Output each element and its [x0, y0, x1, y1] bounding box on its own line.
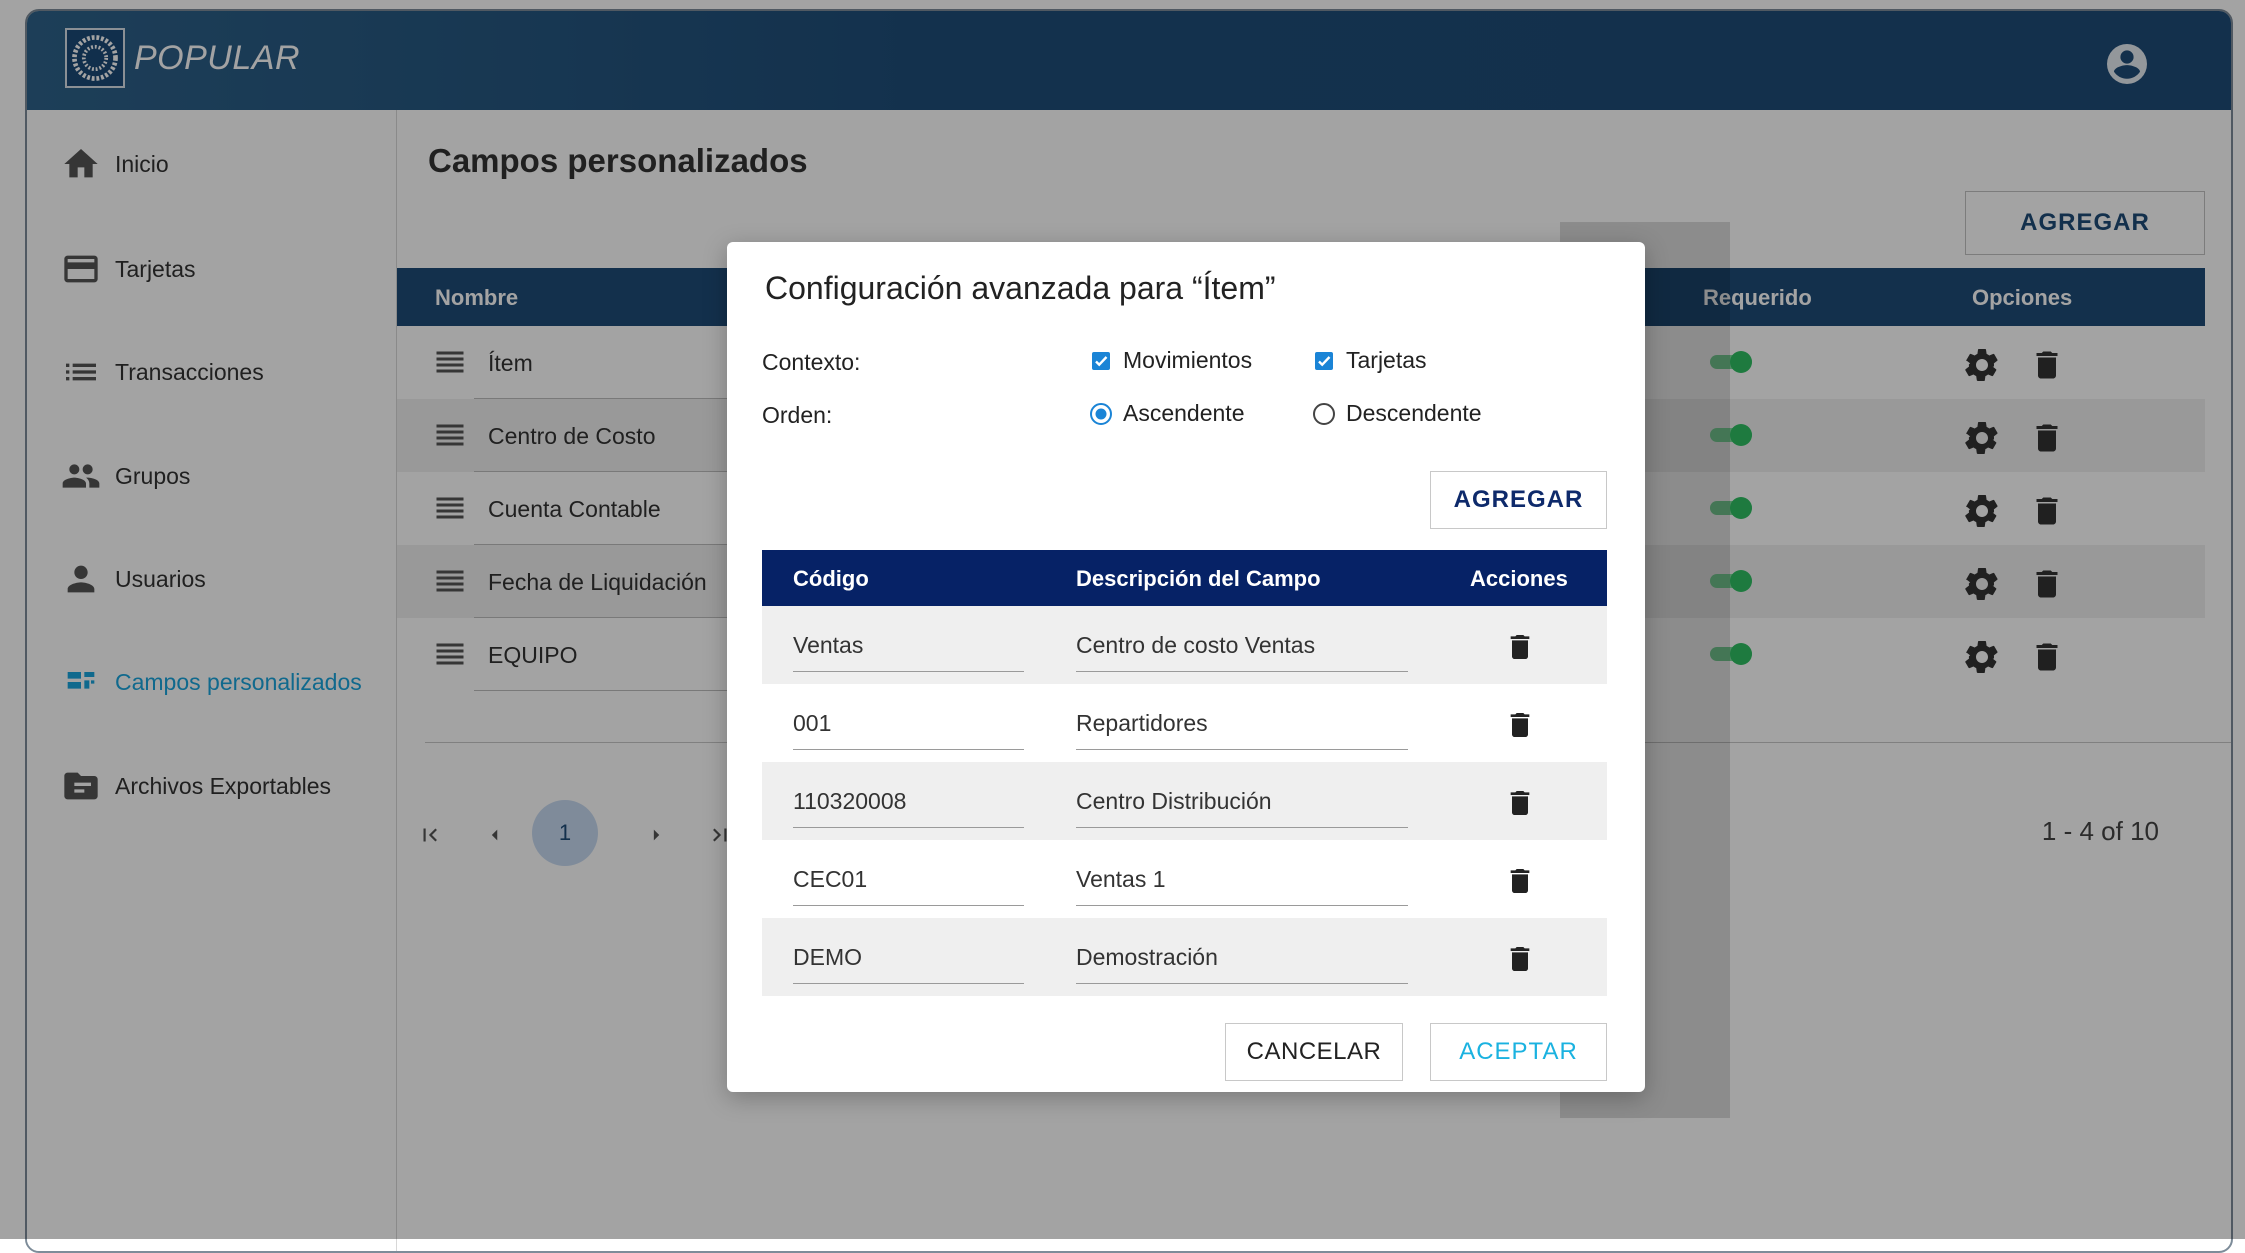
- trash-icon[interactable]: [1504, 940, 1536, 978]
- checkbox-label: Movimientos: [1123, 347, 1253, 373]
- code-underline: [793, 671, 1024, 672]
- description-underline: [1076, 983, 1408, 984]
- accept-button[interactable]: ACEPTAR: [1430, 1023, 1607, 1081]
- dialog-title: Configuración avanzada para “Ítem”: [765, 270, 1276, 306]
- description-underline: [1076, 749, 1408, 750]
- checkbox-checked-icon: [1315, 351, 1333, 370]
- table-row: 001 Repartidores: [762, 684, 1607, 762]
- table-row: Ventas Centro de costo Ventas: [762, 606, 1607, 684]
- order-ascendente-radio[interactable]: Ascendente: [1089, 400, 1244, 427]
- table-row: CEC01 Ventas 1: [762, 840, 1607, 918]
- code-underline: [793, 905, 1024, 906]
- description-underline: [1076, 827, 1408, 828]
- trash-icon[interactable]: [1504, 862, 1536, 900]
- description-underline: [1076, 671, 1408, 672]
- code-field[interactable]: Ventas: [793, 632, 863, 659]
- advanced-config-dialog: Configuración avanzada para “Ítem” Conte…: [727, 242, 1645, 1092]
- description-field[interactable]: Ventas 1: [1076, 866, 1166, 893]
- radio-label: Descendente: [1346, 400, 1482, 426]
- values-table-header: Código Descripción del Campo Acciones: [762, 550, 1607, 606]
- code-field[interactable]: 001: [793, 710, 831, 737]
- code-field[interactable]: DEMO: [793, 944, 862, 971]
- description-field[interactable]: Centro de costo Ventas: [1076, 632, 1315, 659]
- table-row: DEMO Demostración: [762, 918, 1607, 996]
- code-underline: [793, 827, 1024, 828]
- order-label: Orden:: [762, 402, 833, 428]
- cancel-button[interactable]: CANCELAR: [1225, 1023, 1403, 1081]
- checkbox-label: Tarjetas: [1346, 347, 1427, 373]
- add-value-button[interactable]: AGREGAR: [1430, 471, 1607, 529]
- code-field[interactable]: 110320008: [793, 788, 906, 815]
- description-field[interactable]: Repartidores: [1076, 710, 1208, 737]
- context-tarjetas-checkbox[interactable]: Tarjetas: [1312, 347, 1427, 374]
- radio-selected-icon: [1090, 402, 1112, 425]
- column-description: Descripción del Campo: [1076, 566, 1321, 591]
- radio-unselected-icon: [1313, 402, 1335, 425]
- context-movimientos-checkbox[interactable]: Movimientos: [1089, 347, 1252, 374]
- description-underline: [1076, 905, 1408, 906]
- code-underline: [793, 983, 1024, 984]
- trash-icon[interactable]: [1504, 628, 1536, 666]
- trash-icon[interactable]: [1504, 784, 1536, 822]
- code-field[interactable]: CEC01: [793, 866, 867, 893]
- column-actions: Acciones: [1470, 566, 1568, 591]
- description-field[interactable]: Demostración: [1076, 944, 1218, 971]
- code-underline: [793, 749, 1024, 750]
- radio-label: Ascendente: [1123, 400, 1245, 426]
- context-label: Contexto:: [762, 349, 861, 375]
- checkbox-checked-icon: [1092, 351, 1110, 370]
- table-row: 110320008 Centro Distribución: [762, 762, 1607, 840]
- description-field[interactable]: Centro Distribución: [1076, 788, 1272, 815]
- order-descendente-radio[interactable]: Descendente: [1312, 400, 1482, 427]
- column-code: Código: [793, 566, 869, 591]
- trash-icon[interactable]: [1504, 706, 1536, 744]
